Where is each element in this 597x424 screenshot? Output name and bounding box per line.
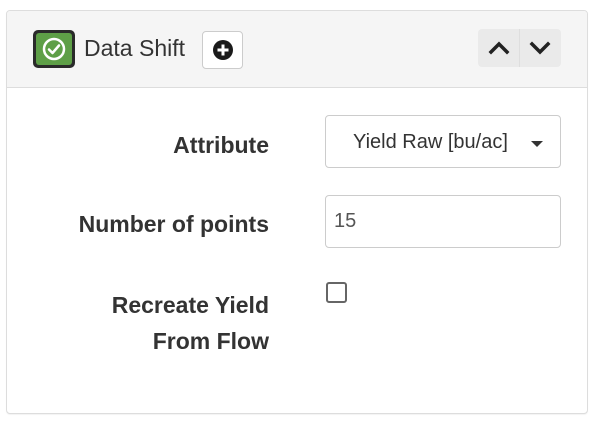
number-of-points-input[interactable] — [325, 195, 561, 248]
panel-heading: Data Shift — [7, 11, 587, 88]
recreate-yield-label-line2: From Flow — [152, 328, 269, 354]
move-down-button[interactable] — [519, 29, 560, 67]
attribute-selected-value: Yield Raw [bu/ac] — [353, 131, 508, 153]
recreate-yield-label-line1: Recreate Yield — [111, 292, 269, 318]
attribute-select[interactable]: Yield Raw [bu/ac] — [325, 115, 561, 168]
attribute-label: Attribute — [173, 132, 269, 158]
recreate-yield-label: Recreate Yield From Flow — [112, 287, 269, 359]
check-circle-icon[interactable] — [33, 30, 75, 68]
recreate-yield-checkbox[interactable] — [326, 282, 347, 303]
add-button[interactable] — [202, 31, 243, 69]
caret-down-icon — [531, 141, 543, 147]
move-up-button[interactable] — [478, 29, 519, 67]
plus-circle-icon — [212, 40, 233, 60]
data-shift-panel: Data Shift Attribute Yield Raw [bu/ac] N… — [6, 10, 588, 414]
collapse-button-group — [478, 29, 561, 67]
panel-title: Data Shift — [84, 35, 185, 61]
number-of-points-label: Number of points — [78, 211, 269, 237]
chevron-up-icon — [488, 41, 509, 55]
chevron-down-icon — [529, 41, 551, 55]
